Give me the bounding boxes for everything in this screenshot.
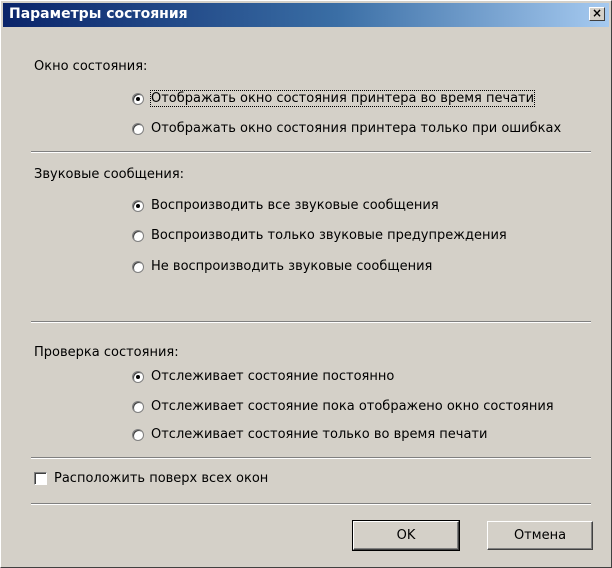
dialog-title: Параметры состояния [9,6,188,22]
checkbox-icon [34,472,47,485]
close-button[interactable]: × [589,7,605,21]
radio-label: Отслеживает состояние только во время пе… [151,427,488,442]
monitoring-label: Проверка состояния: [34,345,179,360]
radio-selected-dot [136,96,140,101]
radio-button-icon [132,400,144,413]
radio-button-icon [132,370,144,383]
radio-button-icon [132,260,144,273]
status-settings-dialog: Параметры состояния × Окно состояния: От… [0,0,612,568]
separator [31,321,591,323]
ok-button-label: OK [396,528,416,543]
cancel-button[interactable]: Отмена [487,521,593,550]
radio-show-status-during-print[interactable]: Отображать окно состояния принтера во вр… [132,90,536,107]
radio-button-icon [132,428,144,441]
title-bar[interactable]: Параметры состояния × [3,3,609,27]
radio-button-icon [132,199,144,212]
radio-label: Воспроизводить все звуковые сообщения [151,198,439,213]
radio-monitor-during-print[interactable]: Отслеживает состояние только во время пе… [132,427,487,442]
radio-monitor-always[interactable]: Отслеживает состояние постоянно [132,369,394,384]
radio-label: Отображать окно состояния принтера во вр… [149,90,536,107]
radio-monitor-while-window-shown[interactable]: Отслеживает состояние пока отображено ок… [132,399,554,414]
radio-selected-dot [136,374,140,379]
separator [31,457,591,459]
checkbox-label: Расположить поверх всех окон [54,471,269,486]
radio-label: Воспроизводить только звуковые предупреж… [151,228,507,243]
status-window-label: Окно состояния: [34,59,148,74]
cancel-button-label: Отмена [513,528,567,543]
radio-no-sounds[interactable]: Не воспроизводить звуковые сообщения [132,259,432,274]
radio-label: Не воспроизводить звуковые сообщения [151,259,433,274]
separator [31,151,591,153]
radio-selected-dot [136,203,140,208]
radio-button-icon [132,122,144,135]
close-icon: × [591,6,603,20]
separator [31,503,591,505]
radio-label: Отображать окно состояния принтера тольк… [151,121,562,136]
always-on-top-checkbox[interactable]: Расположить поверх всех окон [34,471,268,486]
radio-button-icon [132,229,144,242]
ok-button[interactable]: OK [352,520,460,551]
radio-show-status-on-errors[interactable]: Отображать окно состояния принтера тольк… [132,121,561,136]
radio-label: Отслеживает состояние постоянно [151,369,395,384]
radio-button-icon [132,92,144,105]
radio-label: Отслеживает состояние пока отображено ок… [151,399,554,414]
radio-play-warnings-only[interactable]: Воспроизводить только звуковые предупреж… [132,228,507,243]
radio-play-all-sounds[interactable]: Воспроизводить все звуковые сообщения [132,198,439,213]
sounds-label: Звуковые сообщения: [34,167,185,182]
